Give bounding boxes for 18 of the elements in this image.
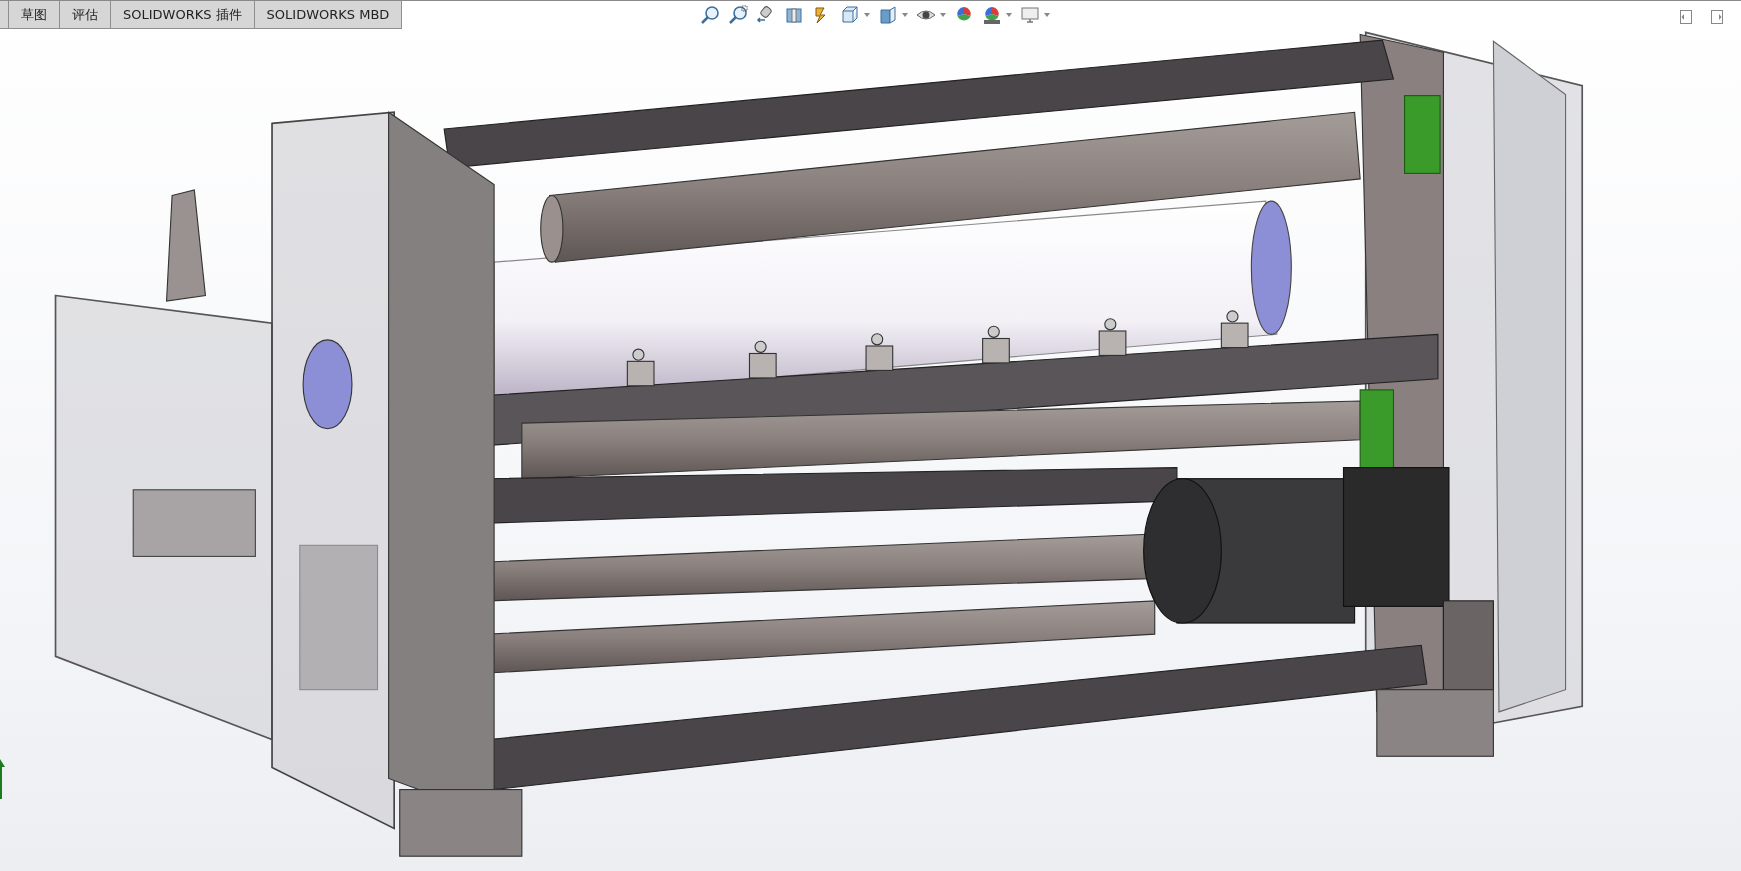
ribbon-tab[interactable]: SOLIDWORKS MBD xyxy=(254,1,403,29)
scene-ball-icon[interactable] xyxy=(982,5,1002,25)
magnifier-icon[interactable] xyxy=(700,5,720,25)
magnifier-icon[interactable] xyxy=(728,5,748,25)
ribbon-tab[interactable]: 草图 xyxy=(9,1,60,29)
monitor-icon[interactable] xyxy=(1020,5,1040,25)
caret-icon[interactable] xyxy=(864,13,870,17)
tile-right-icon[interactable] xyxy=(1711,10,1723,24)
caret-icon[interactable] xyxy=(1006,13,1012,17)
caret-icon[interactable] xyxy=(1044,13,1050,17)
caret-icon[interactable] xyxy=(940,13,946,17)
section-cube-icon[interactable] xyxy=(784,5,804,25)
tile-left-icon[interactable] xyxy=(1680,10,1692,24)
caret-icon[interactable] xyxy=(902,13,908,17)
cube-icon[interactable] xyxy=(840,5,860,25)
shaded-cube-icon[interactable] xyxy=(878,5,898,25)
ribbon-tab[interactable]: 评估 xyxy=(60,1,111,29)
ribbon-tab[interactable]: SOLIDWORKS 插件 xyxy=(111,1,255,29)
